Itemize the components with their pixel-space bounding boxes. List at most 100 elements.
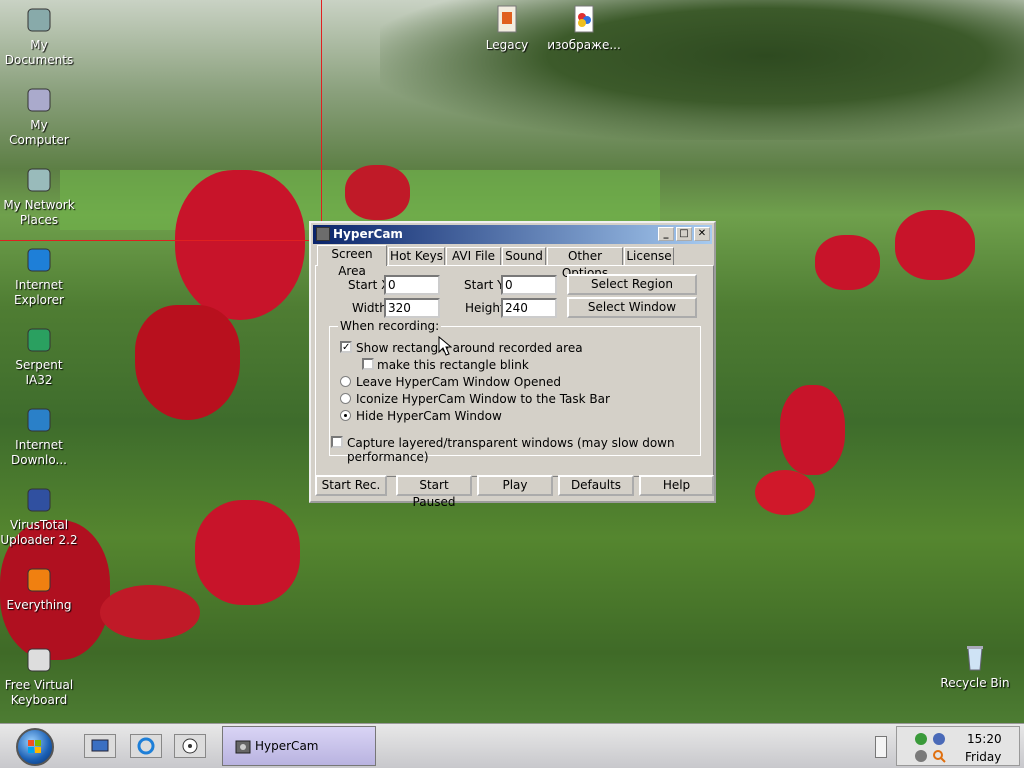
start-x-field[interactable]: 0 xyxy=(384,275,440,295)
desktop-icon-label: Everything xyxy=(6,598,72,612)
network-tray-icon[interactable] xyxy=(913,731,929,747)
everything-icon xyxy=(27,568,51,592)
tulip xyxy=(815,235,880,290)
screen-area-panel: Start X 0 Start Y 0 Select Region Width … xyxy=(315,265,714,477)
help-button[interactable]: Help xyxy=(639,475,714,496)
keyboard-icon xyxy=(27,648,51,672)
desktop-icon-label: Serpent IA32 xyxy=(15,358,63,387)
internet-download-icon xyxy=(27,408,51,432)
window-title: HyperCam xyxy=(333,227,403,241)
desktop-icon-internet-explorer[interactable]: Internet Explorer xyxy=(0,244,78,308)
hypercam-app-icon xyxy=(316,227,330,241)
width-label: Width xyxy=(352,301,387,315)
show-rectangle-label: Show rectangle around recorded area xyxy=(356,341,583,355)
media-player-icon xyxy=(182,738,198,754)
blink-label: make this rectangle blink xyxy=(377,358,529,372)
capture-layered-label: Capture layered/transparent windows (may… xyxy=(347,436,675,464)
tab-sound[interactable]: Sound xyxy=(502,247,546,266)
desktop-icon-internet-download[interactable]: Internet Downlo... xyxy=(0,404,78,468)
internet-explorer-icon xyxy=(137,737,155,755)
selection-line-horizontal xyxy=(0,240,321,241)
group-title: When recording: xyxy=(338,319,442,333)
height-field[interactable]: 240 xyxy=(501,298,557,318)
serpent-icon xyxy=(27,328,51,352)
desktop-icon-image[interactable]: изображе... xyxy=(545,4,623,53)
select-region-button[interactable]: Select Region xyxy=(567,274,697,295)
desktop-icon-label: My Computer xyxy=(9,118,69,147)
tulip xyxy=(100,585,200,640)
internet-explorer-icon xyxy=(27,248,51,272)
height-label: Height xyxy=(465,301,505,315)
quicklaunch-media-player[interactable] xyxy=(174,734,206,758)
desktop-icon-serpent[interactable]: Serpent IA32 xyxy=(0,324,78,388)
start-paused-button[interactable]: Start Paused xyxy=(396,475,472,509)
tulip xyxy=(195,500,300,605)
start-rec-button[interactable]: Start Rec. xyxy=(315,475,387,496)
desktop-icon-label: VirusTotal Uploader 2.2 xyxy=(0,518,78,547)
taskbar-button-hypercam[interactable]: HyperCam xyxy=(222,726,376,766)
show-rectangle-checkbox[interactable]: ✓ xyxy=(340,341,352,353)
system-tray: 15:20 Friday xyxy=(896,726,1020,766)
tab-avi-file[interactable]: AVI File xyxy=(446,247,501,266)
clock-time: 15:20 xyxy=(967,732,1002,746)
tab-other-options[interactable]: Other Options xyxy=(547,247,623,280)
desktop-icon-label: My Documents xyxy=(4,38,74,67)
search-tray-icon[interactable] xyxy=(931,748,947,764)
capture-layered-checkbox[interactable] xyxy=(331,436,343,448)
window-titlebar[interactable]: HyperCam _ □ ✕ xyxy=(313,225,712,244)
clock-day: Friday xyxy=(965,750,1002,764)
mouse-cursor-icon xyxy=(438,336,452,356)
width-field[interactable]: 320 xyxy=(384,298,440,318)
desktop-icon-keyboard[interactable]: Free Virtual Keyboard xyxy=(0,644,78,708)
iconize-radio[interactable] xyxy=(340,393,351,404)
tulip xyxy=(755,470,815,515)
network-places-icon xyxy=(27,168,51,192)
defaults-button[interactable]: Defaults xyxy=(558,475,634,496)
virustotal-icon xyxy=(27,488,51,512)
leave-open-radio[interactable] xyxy=(340,376,351,387)
hypercam-window: HyperCam _ □ ✕ Screen Area Hot Keys AVI … xyxy=(309,221,716,509)
show-desktop-icon xyxy=(91,739,109,752)
antivirus-tray-icon[interactable] xyxy=(931,731,947,747)
iconize-label: Iconize HyperCam Window to the Task Bar xyxy=(356,392,610,406)
tab-hot-keys[interactable]: Hot Keys xyxy=(388,247,445,266)
tulip xyxy=(780,385,845,475)
quicklaunch-show-desktop[interactable] xyxy=(84,734,116,758)
close-button[interactable]: ✕ xyxy=(694,227,710,241)
desktop-icon-my-computer[interactable]: My Computer xyxy=(0,84,78,148)
blink-checkbox[interactable] xyxy=(362,358,374,370)
leave-open-label: Leave HyperCam Window Opened xyxy=(356,375,561,389)
tray-toggle[interactable] xyxy=(875,736,887,758)
maximize-button[interactable]: □ xyxy=(676,227,692,241)
tab-license[interactable]: License xyxy=(624,247,674,266)
hide-window-radio[interactable] xyxy=(340,410,351,421)
desktop-icon-label: Free Virtual Keyboard xyxy=(4,678,74,707)
tulip xyxy=(895,210,975,280)
windows-logo-icon xyxy=(28,740,41,753)
selection-line-vertical xyxy=(321,0,322,240)
settings-tray-icon[interactable] xyxy=(913,748,929,764)
desktop-icon-everything[interactable]: Everything xyxy=(0,564,78,613)
hypercam-icon xyxy=(235,740,251,754)
play-button[interactable]: Play xyxy=(477,475,553,496)
folder-icon xyxy=(497,5,517,33)
start-y-field[interactable]: 0 xyxy=(501,275,557,295)
desktop-icon-my-documents[interactable]: My Documents xyxy=(0,4,78,68)
desktop-icon-network-places[interactable]: My Network Places xyxy=(0,164,78,228)
quicklaunch-internet-explorer[interactable] xyxy=(130,734,162,758)
desktop-icon-legacy[interactable]: Legacy xyxy=(468,4,546,53)
taskbar: HyperCam 15:20 Friday xyxy=(0,723,1024,768)
button-bar: Start Rec. Start Paused Play Defaults He… xyxy=(313,473,714,509)
select-window-button[interactable]: Select Window xyxy=(567,297,697,318)
start-button[interactable] xyxy=(16,728,54,766)
my-computer-icon xyxy=(27,88,51,112)
desktop-icon-label: My Network Places xyxy=(3,198,75,227)
desktop-icon-recycle-bin[interactable]: Recycle Bin xyxy=(936,642,1014,691)
tab-screen-area[interactable]: Screen Area xyxy=(317,245,387,278)
tulip xyxy=(175,170,305,320)
desktop-icon-virustotal[interactable]: VirusTotal Uploader 2.2 xyxy=(0,484,78,548)
desktop-icon-label: Internet Downlo... xyxy=(11,438,67,467)
minimize-button[interactable]: _ xyxy=(658,227,674,241)
tulip xyxy=(345,165,410,220)
tulip xyxy=(135,305,240,420)
